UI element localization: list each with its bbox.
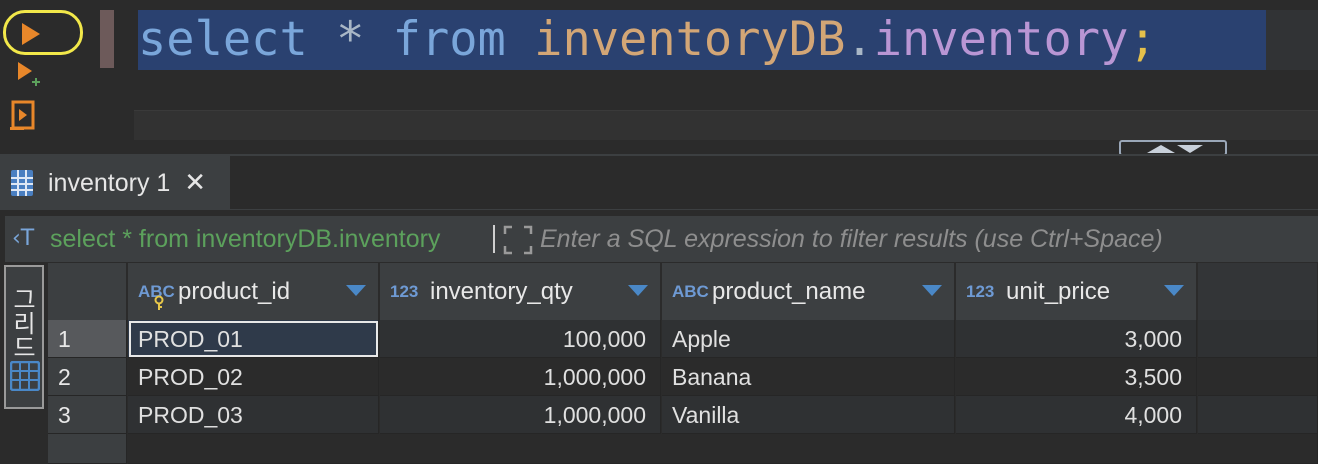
column-header-label: unit_price	[1006, 278, 1111, 305]
row-number[interactable]: 3	[48, 396, 127, 434]
column-header-product-id[interactable]: ABC product_id	[128, 263, 379, 320]
editor-gutter	[0, 0, 90, 145]
grid-view-icon	[10, 361, 40, 391]
table-row[interactable]: 2 PROD_02 1,000,000 Banana 3,500	[48, 358, 1318, 396]
column-header-label: inventory_qty	[430, 278, 573, 305]
chevron-down-icon[interactable]	[346, 285, 366, 296]
tab-inventory-1[interactable]: inventory 1 ✕	[0, 156, 230, 210]
column-type-badge: 123	[966, 282, 995, 301]
grid-corner[interactable]	[48, 263, 127, 320]
table-row[interactable]: 1 PROD_01 100,000 Apple 3,000	[48, 320, 1318, 358]
sql-statement-line[interactable]: select * from inventoryDB.inventory;	[138, 10, 1266, 70]
filter-panel: ‹T select * from inventoryDB.inventory	[5, 216, 1318, 262]
chevron-down-icon[interactable]	[1164, 285, 1184, 296]
sql-keyword-from: from	[392, 12, 506, 67]
column-header-label: product_id	[178, 278, 291, 305]
grid-cell-product-id[interactable]: PROD_03	[128, 396, 379, 434]
sql-table-name: inventory	[873, 12, 1129, 67]
close-icon[interactable]: ✕	[184, 170, 206, 196]
editor-empty-line	[134, 110, 1318, 140]
grid-cell-product-id[interactable]: PROD_01	[128, 320, 379, 358]
chevron-down-icon[interactable]	[922, 285, 942, 296]
sql-text-icon: ‹T	[12, 226, 35, 251]
column-header-inventory-qty[interactable]: 123 inventory_qty	[380, 263, 661, 320]
column-type-badge: 123	[390, 282, 419, 301]
column-header-label: product_name	[712, 278, 866, 305]
explain-plan-button[interactable]	[10, 100, 38, 132]
grid-cell-product-name[interactable]: Banana	[662, 358, 955, 396]
results-grid[interactable]: ABC product_id 123 inventory_qty ABC pro…	[48, 263, 1318, 464]
grid-cell-product-name[interactable]: Apple	[662, 320, 955, 358]
explain-plan-icon	[10, 100, 35, 130]
grid-table-icon	[11, 170, 33, 196]
filter-bar: ‹T select * from inventoryDB.inventory	[0, 211, 1318, 263]
sql-keyword-select: select	[138, 12, 308, 67]
grid-empty-space	[128, 434, 1318, 464]
row-number[interactable]: 2	[48, 358, 127, 396]
execute-in-new-tab-button[interactable]	[18, 62, 42, 90]
statement-marker	[100, 10, 114, 68]
grid-cell-product-name[interactable]: Vanilla	[662, 396, 955, 434]
column-header-unit-price[interactable]: 123 unit_price	[956, 263, 1197, 320]
sql-schema-name: inventoryDB	[534, 12, 846, 67]
grid-cell-unit-price[interactable]: 4,000	[956, 396, 1197, 434]
play-plus-icon	[18, 62, 40, 86]
sql-dot: .	[845, 12, 874, 67]
sql-semicolon: ;	[1128, 12, 1157, 67]
grid-filler-cell	[1198, 320, 1318, 358]
execute-statement-button[interactable]	[3, 10, 83, 55]
grid-cell-unit-price[interactable]: 3,000	[956, 320, 1197, 358]
chevron-down-icon[interactable]	[628, 285, 648, 296]
grid-cell-inventory-qty[interactable]: 1,000,000	[380, 358, 661, 396]
filter-expression-input[interactable]	[540, 220, 1300, 258]
grid-view-label: 그리드	[8, 287, 36, 359]
column-type-badge: ABC	[672, 282, 709, 301]
table-row[interactable]: 3 PROD_03 1,000,000 Vanilla 4,000	[48, 396, 1318, 434]
grid-cell-inventory-qty[interactable]: 1,000,000	[380, 396, 661, 434]
grid-cell-unit-price[interactable]: 3,500	[956, 358, 1197, 396]
column-header-filler	[1198, 263, 1318, 320]
row-number-empty	[48, 434, 127, 464]
grid-filler-cell	[1198, 358, 1318, 396]
filter-separator	[493, 225, 495, 253]
sql-star: *	[336, 12, 365, 67]
grid-cell-product-id[interactable]: PROD_02	[128, 358, 379, 396]
active-query-text[interactable]: select * from inventoryDB.inventory	[50, 225, 440, 254]
grid-empty-area	[48, 434, 1318, 464]
results-tab-bar: inventory 1 ✕	[0, 156, 1318, 210]
grid-filler-cell	[1198, 396, 1318, 434]
grid-cell-inventory-qty[interactable]: 100,000	[380, 320, 661, 358]
tab-grid-view[interactable]: 그리드	[4, 265, 44, 409]
view-mode-tabs: 그리드	[0, 263, 48, 464]
tab-label: inventory 1	[48, 168, 171, 197]
current-line-highlight	[1266, 10, 1318, 70]
row-number[interactable]: 1	[48, 320, 127, 358]
play-icon	[22, 23, 40, 45]
expand-arrows-icon[interactable]	[502, 224, 534, 256]
sql-editor[interactable]: select * from inventoryDB.inventory;	[0, 0, 1318, 156]
key-icon	[154, 295, 164, 310]
column-header-product-name[interactable]: ABC product_name	[662, 263, 955, 320]
